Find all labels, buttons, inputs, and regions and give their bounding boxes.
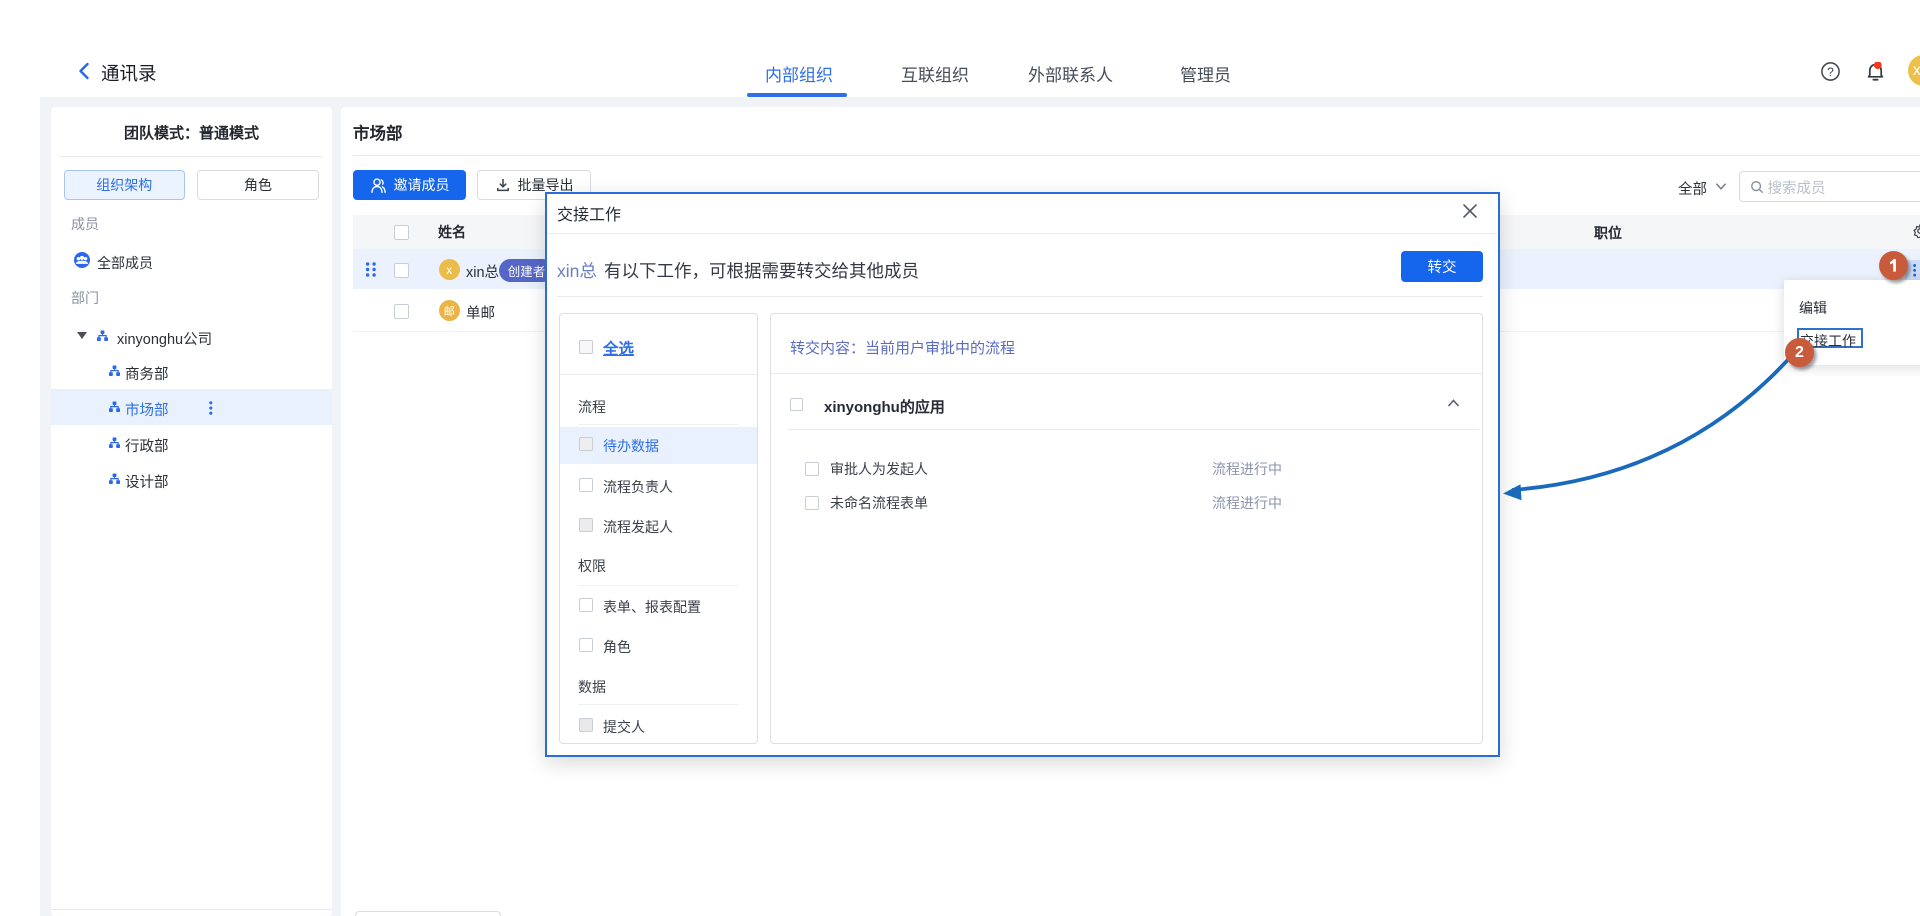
- svg-text:?: ?: [1827, 65, 1834, 79]
